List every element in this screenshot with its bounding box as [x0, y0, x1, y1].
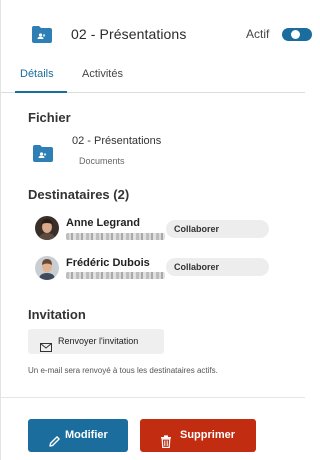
recipients-section-title: Destinataires (2): [28, 187, 130, 202]
shared-folder-icon: [33, 145, 53, 162]
resend-invitation-button[interactable]: Renvoyer l'invitation: [28, 329, 164, 354]
tab-activities[interactable]: Activités: [82, 68, 123, 80]
role-selector[interactable]: Collaborer: [166, 258, 269, 276]
share-detail-panel: 02 - Présentations Actif Détails Activit…: [0, 0, 312, 460]
recipient-name: Frédéric Dubois: [66, 257, 150, 269]
invitation-info-text: Un e-mail sera renvoyé à tous les destin…: [28, 366, 218, 375]
mail-icon: [40, 337, 52, 362]
resend-invitation-label: Renvoyer l'invitation: [58, 336, 139, 346]
panel-header: 02 - Présentations Actif: [1, 0, 312, 66]
pencil-icon: [48, 429, 61, 460]
role-selector[interactable]: Collaborer: [166, 220, 269, 238]
avatar: [35, 256, 59, 280]
file-folder: Documents: [79, 156, 125, 166]
page-title: 02 - Présentations: [71, 26, 187, 42]
status-label: Actif: [246, 27, 270, 41]
tab-details[interactable]: Détails: [20, 68, 54, 80]
recipient-email-redacted: [66, 233, 165, 240]
active-tab-indicator: [15, 91, 67, 93]
delete-button[interactable]: Supprimer: [140, 419, 256, 452]
file-section-title: Fichier: [28, 110, 71, 125]
active-toggle[interactable]: [282, 28, 312, 41]
shared-folder-icon: [32, 26, 52, 43]
avatar: [35, 216, 59, 240]
recipient-name: Anne Legrand: [66, 217, 140, 229]
recipient-email-redacted: [66, 272, 165, 279]
tab-bar: Détails Activités: [1, 66, 305, 93]
trash-icon: [160, 429, 172, 460]
edit-button-label: Modifier: [65, 429, 108, 441]
edit-button[interactable]: Modifier: [28, 419, 128, 452]
file-name[interactable]: 02 - Présentations: [72, 135, 161, 147]
footer-divider: [1, 397, 305, 398]
delete-button-label: Supprimer: [180, 429, 236, 441]
invitation-section-title: Invitation: [28, 307, 86, 322]
